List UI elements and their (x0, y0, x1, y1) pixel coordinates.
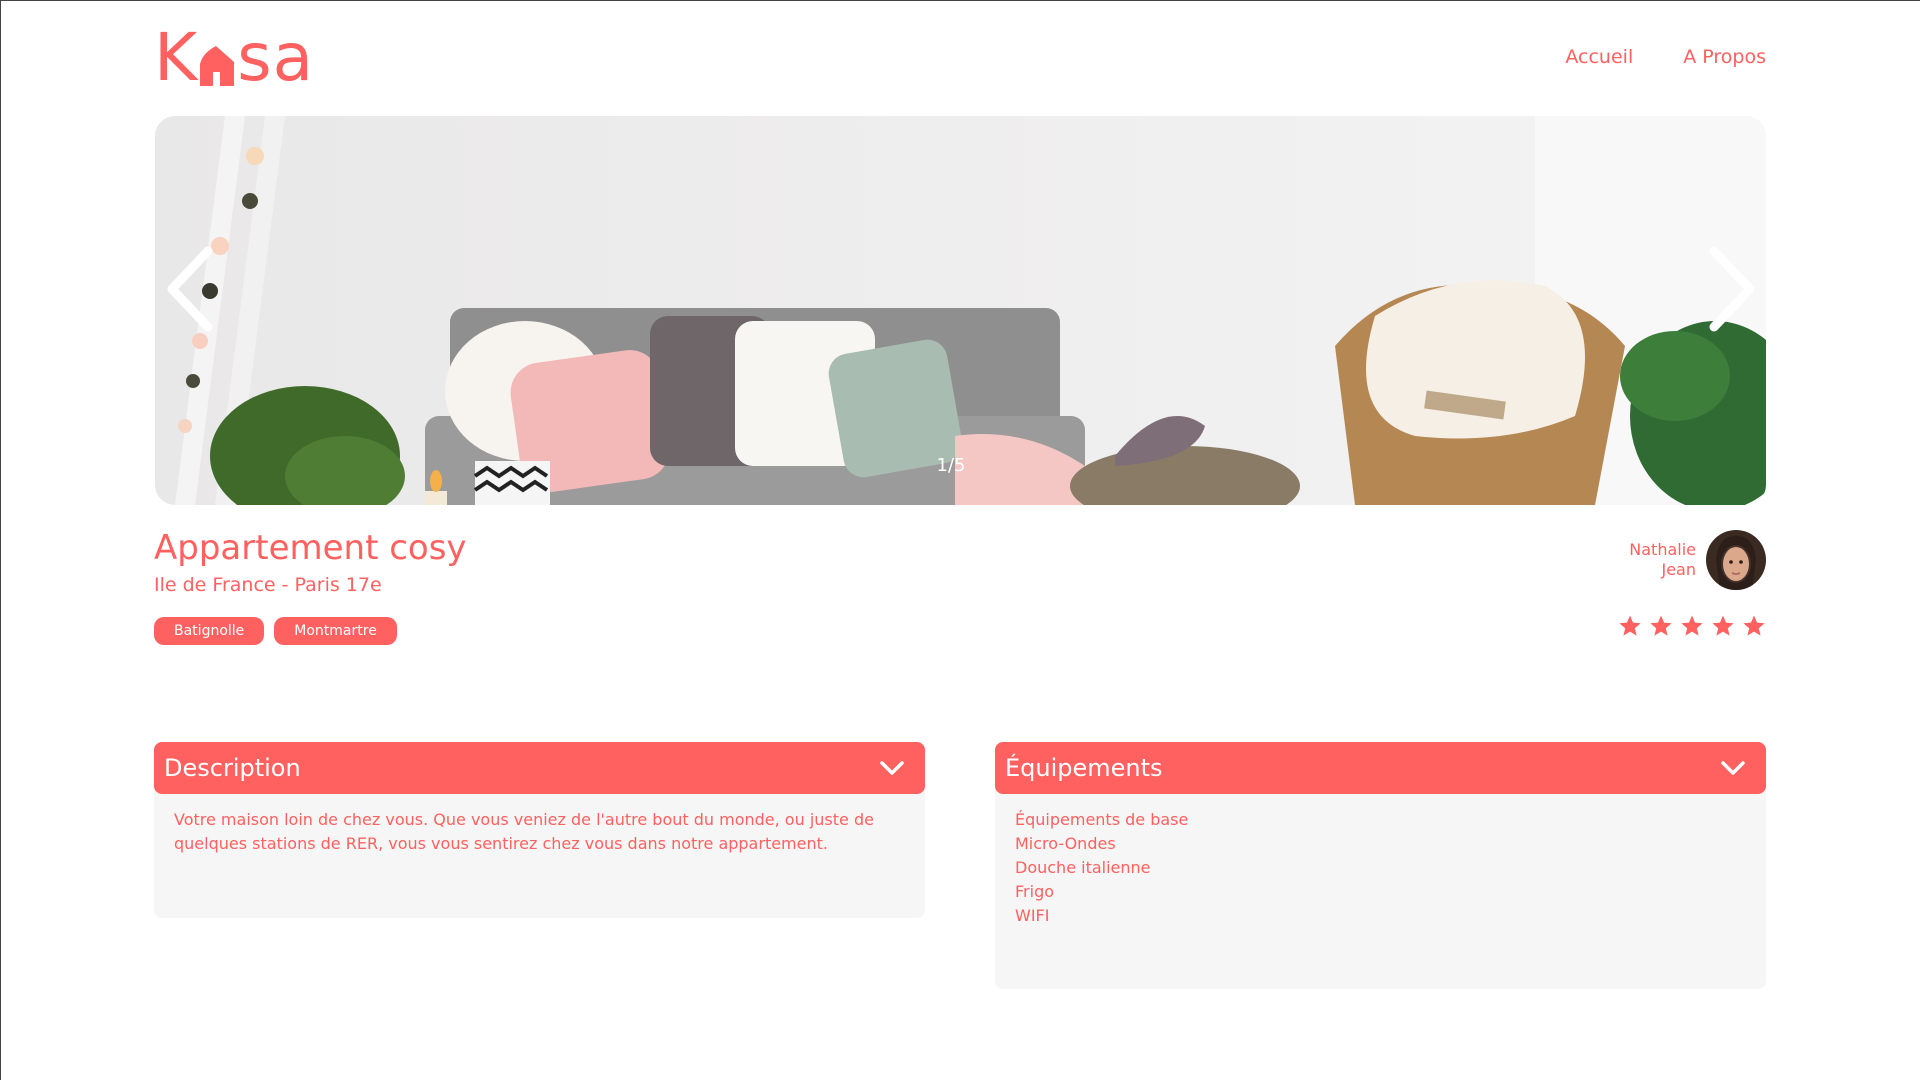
tag: Batignolle (154, 617, 265, 645)
frame-border-left (0, 0, 1, 1080)
chevron-right-icon[interactable] (1704, 245, 1760, 333)
tag: Montmartre (274, 617, 397, 645)
host-last-name: Jean (1661, 560, 1696, 579)
equipments-title: Équipements (1005, 754, 1163, 782)
rating-stars (1618, 614, 1766, 638)
description-body: Votre maison loin de chez vous. Que vous… (154, 786, 925, 918)
star-icon (1743, 615, 1765, 636)
equipments-collapse: Équipements Équipements de base Micro-On… (995, 742, 1766, 989)
avatar (1706, 530, 1766, 590)
apartment-photo (155, 116, 1766, 505)
description-collapse: Description Votre maison loin de chez vo… (154, 742, 925, 918)
list-item: WIFI (1015, 906, 1050, 925)
description-title: Description (164, 754, 301, 782)
list-item: Douche italienne (1015, 858, 1151, 877)
host-name: Nathalie Jean (1629, 540, 1696, 580)
logo-letter-k: K (154, 19, 199, 96)
chevron-down-icon[interactable] (1720, 760, 1746, 776)
logo[interactable]: K sa (154, 19, 315, 96)
star-icon (1650, 615, 1672, 636)
listing-location: Ile de France - Paris 17e (154, 574, 382, 596)
list-item: Équipements de base (1015, 810, 1189, 829)
carousel-counter: 1/5 (936, 455, 966, 476)
star-icon (1681, 615, 1703, 636)
description-toggle[interactable]: Description (154, 742, 925, 794)
image-carousel: 1/5 (155, 116, 1766, 505)
chevron-down-icon[interactable] (879, 760, 905, 776)
list-item: Frigo (1015, 882, 1055, 901)
host-info: Nathalie Jean (1596, 530, 1766, 592)
star-icon (1619, 615, 1641, 636)
house-icon (200, 46, 235, 86)
nav-link-home[interactable]: Accueil (1565, 46, 1633, 68)
chevron-left-icon[interactable] (162, 245, 218, 333)
equipments-toggle[interactable]: Équipements (995, 742, 1766, 794)
main-nav: Accueil A Propos (1565, 46, 1766, 68)
frame-border-top (0, 0, 1920, 1)
description-text: Votre maison loin de chez vous. Que vous… (174, 810, 874, 853)
star-icon (1712, 615, 1734, 636)
equipments-body: Équipements de base Micro-Ondes Douche i… (995, 786, 1766, 989)
list-item: Micro-Ondes (1015, 834, 1116, 853)
host-first-name: Nathalie (1629, 540, 1696, 559)
equipments-list: Équipements de base Micro-Ondes Douche i… (1015, 808, 1746, 928)
logo-letters-sa: sa (237, 19, 315, 96)
tag-list: Batignolle Montmartre (154, 617, 397, 645)
header: K sa Accueil A Propos (154, 19, 1766, 96)
nav-link-about[interactable]: A Propos (1683, 46, 1766, 68)
listing-title: Appartement cosy (154, 528, 467, 568)
